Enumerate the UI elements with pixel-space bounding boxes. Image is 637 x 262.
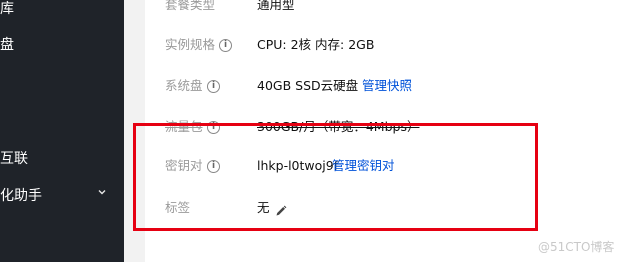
sidebar-item-disk[interactable]: 盘 xyxy=(0,34,14,54)
highlight-box xyxy=(133,123,538,231)
info-icon[interactable]: i xyxy=(207,80,220,93)
detail-label: 系统盘 xyxy=(165,78,203,93)
watermark: @51CTO博客 xyxy=(538,240,615,254)
manage-snapshot-link[interactable]: 管理快照 xyxy=(362,75,412,97)
detail-row-instance-spec: 实例规格 i CPU: 2核 内存: 2GB xyxy=(145,34,637,56)
chevron-down-icon[interactable] xyxy=(97,187,107,197)
detail-label: 套餐类型 xyxy=(165,0,216,12)
info-icon[interactable]: i xyxy=(219,39,232,52)
detail-label: 实例规格 xyxy=(165,37,216,52)
detail-value: CPU: 2核 内存: 2GB xyxy=(257,37,375,52)
sidebar-item-assistant[interactable]: 化助手 xyxy=(0,185,42,205)
sidebar-item-database[interactable]: 库 xyxy=(0,0,14,18)
sidebar: 库 盘 互联 化助手 xyxy=(0,0,124,262)
detail-row-plan-type: 套餐类型 通用型 xyxy=(145,0,637,16)
detail-value: 通用型 xyxy=(257,0,295,12)
sidebar-item-interconnect[interactable]: 互联 xyxy=(0,148,28,168)
detail-row-system-disk: 系统盘 i 40GB SSD云硬盘 管理快照 xyxy=(145,75,637,97)
detail-value: 40GB SSD云硬盘 xyxy=(257,78,359,93)
